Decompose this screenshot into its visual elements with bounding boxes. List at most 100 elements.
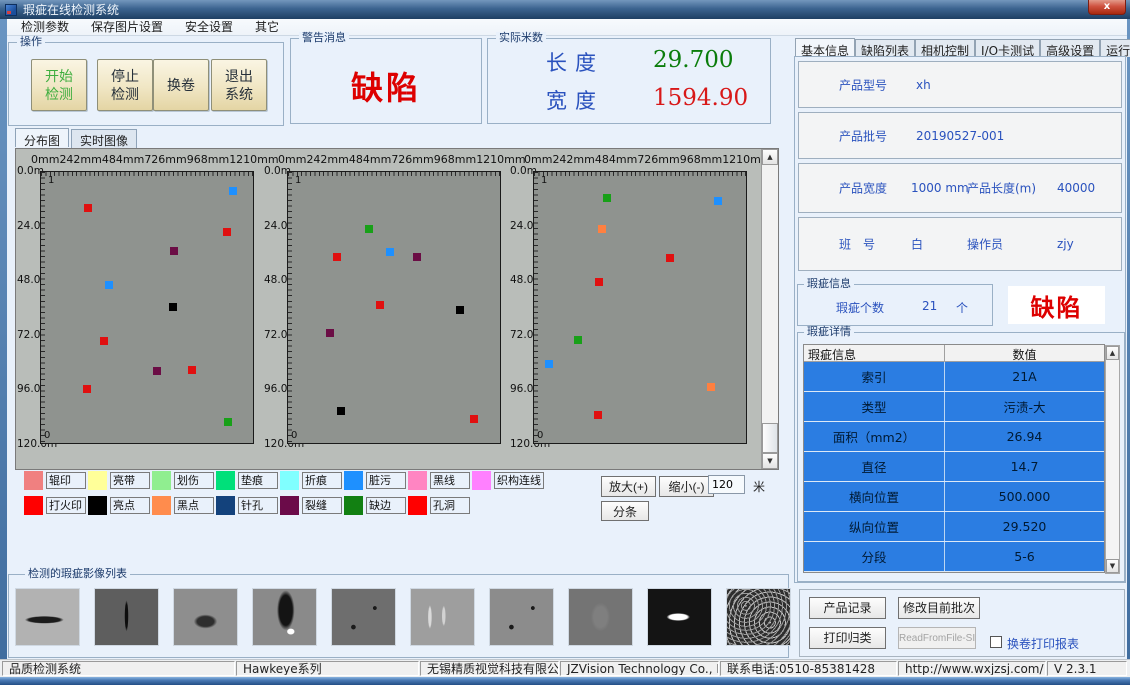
left-tab-strip: 分布图实时图像 xyxy=(15,129,139,148)
print-report-checkbox[interactable] xyxy=(990,636,1002,648)
legend-label: 孔洞 xyxy=(430,497,470,514)
legend-color-swatch xyxy=(408,496,427,515)
scrollbar-thumb[interactable] xyxy=(762,423,778,453)
defect-info-group-label: 瑕疵信息 xyxy=(804,278,854,290)
legend-color-swatch xyxy=(88,496,107,515)
scroll-up-icon[interactable]: ▲ xyxy=(1106,346,1119,360)
detail-cell-value: 污渍-大 xyxy=(945,392,1104,421)
legend-color-swatch xyxy=(280,496,299,515)
defect-thumbnail[interactable] xyxy=(568,588,633,646)
legend-item: 孔洞 xyxy=(408,496,470,515)
modify-batch-button[interactable]: 修改目前批次 xyxy=(898,597,980,619)
field-label: 班 号 xyxy=(839,236,875,253)
tab-advanced-settings[interactable]: 高级设置 xyxy=(1040,39,1100,57)
detail-table-row[interactable]: 分段5-6 xyxy=(804,542,1104,572)
defect-thumbnail[interactable] xyxy=(173,588,238,646)
defect-point xyxy=(326,329,334,337)
meter-label: 宽度 xyxy=(546,85,604,115)
zoom-in-button[interactable]: 放大(+) xyxy=(601,476,656,497)
detail-cell-name: 索引 xyxy=(804,362,945,391)
scroll-up-icon[interactable]: ▲ xyxy=(762,149,778,165)
zoom-out-button[interactable]: 缩小(-) xyxy=(659,476,714,497)
legend-label: 亮点 xyxy=(110,497,150,514)
defect-alarm-box: 缺陷 xyxy=(1008,286,1105,324)
split-button[interactable]: 分条 xyxy=(601,501,649,521)
taskbar[interactable] xyxy=(0,677,1130,685)
legend-label: 脏污 xyxy=(366,472,406,489)
tab-camera-control[interactable]: 相机控制 xyxy=(915,39,975,57)
meter-row: 宽度1594.90 xyxy=(488,85,770,119)
scroll-down-icon[interactable]: ▼ xyxy=(1106,559,1119,573)
menu-item[interactable]: 保存图片设置 xyxy=(80,19,174,36)
legend-label: 黑线 xyxy=(430,472,470,489)
legend-label: 划伤 xyxy=(174,472,214,489)
x-axis-tick-label: 726mm xyxy=(637,153,679,166)
tab-io-card-test[interactable]: I/O卡测试 xyxy=(975,39,1040,57)
defect-thumbnail[interactable] xyxy=(410,588,475,646)
plots-scrollbar[interactable]: ▲▼ xyxy=(761,149,778,469)
status-segment: JZVision Technology Co., Ltd. xyxy=(560,661,719,676)
legend-item: 垫痕 xyxy=(216,471,280,490)
stop-detect-button[interactable]: 停止检测 xyxy=(97,59,153,111)
status-segment: http://www.wxjzsj.com/ xyxy=(898,661,1046,676)
tab-basic-info[interactable]: 基本信息 xyxy=(795,38,855,56)
defect-point xyxy=(333,253,341,261)
detail-table-row[interactable]: 纵向位置29.520 xyxy=(804,512,1104,542)
defect-thumbnail[interactable] xyxy=(647,588,712,646)
meter-range-input[interactable] xyxy=(708,475,745,494)
defect-count-unit: 个 xyxy=(956,299,968,316)
change-roll-button[interactable]: 换卷 xyxy=(153,59,209,111)
detail-table-row[interactable]: 面积（mm2）26.94 xyxy=(804,422,1104,452)
start-detect-button[interactable]: 开始检测 xyxy=(31,59,87,111)
close-button[interactable]: x xyxy=(1088,0,1126,15)
menu-item[interactable]: 检测参数 xyxy=(10,19,80,36)
legend-item: 折痕 xyxy=(280,471,344,490)
legend-color-swatch xyxy=(152,496,171,515)
scroll-down-icon[interactable]: ▼ xyxy=(762,453,778,469)
x-axis-tick-label: 484mm xyxy=(349,153,391,166)
x-axis-tick-label: 484mm xyxy=(102,153,144,166)
actions-box: 产品记录 修改目前批次 打印归类 ReadFromFile-SIM 换卷打印报表 xyxy=(799,589,1125,657)
legend-item: 亮带 xyxy=(88,471,152,490)
detail-table-row[interactable]: 横向位置500.000 xyxy=(804,482,1104,512)
print-classify-button[interactable]: 打印归类 xyxy=(809,627,886,649)
defect-point xyxy=(224,418,232,426)
legend-item: 打火印 xyxy=(24,496,88,515)
scatter-plot-block: 0mm242mm484mm726mm968mm1210mm0.0m24.0m48… xyxy=(17,149,265,469)
field-label: 操作员 xyxy=(967,236,1003,253)
menu-item[interactable]: 其它 xyxy=(244,19,290,36)
defect-thumbnail[interactable] xyxy=(726,588,791,646)
legend-row-1: 辊印亮带划伤垫痕折痕脏污黑线织构连线 xyxy=(24,471,544,490)
legend-color-swatch xyxy=(24,471,43,490)
scatter-plot-block: 0mm242mm484mm726mm968mm1210mm0.0m24.0m48… xyxy=(264,149,512,469)
legend-item: 黑线 xyxy=(408,471,472,490)
detail-table-row[interactable]: 索引21A xyxy=(804,362,1104,392)
tab-defect-list[interactable]: 缺陷列表 xyxy=(855,39,915,57)
legend-color-swatch xyxy=(280,471,299,490)
legend-item: 裂缝 xyxy=(280,496,344,515)
segment-marker: 0 xyxy=(44,430,50,441)
legend-item: 脏污 xyxy=(344,471,408,490)
defect-thumbnail[interactable] xyxy=(331,588,396,646)
tab-realtime-image[interactable]: 实时图像 xyxy=(71,129,137,148)
exit-system-button[interactable]: 退出系统 xyxy=(211,59,267,111)
warning-text: 缺陷 xyxy=(291,63,481,109)
defect-thumbnail[interactable] xyxy=(252,588,317,646)
detail-cell-name: 分段 xyxy=(804,542,945,571)
tab-distribution-map[interactable]: 分布图 xyxy=(15,128,69,147)
detail-table-row[interactable]: 直径14.7 xyxy=(804,452,1104,482)
menu-item[interactable]: 安全设置 xyxy=(174,19,244,36)
meter-row: 长度29.700 xyxy=(488,47,770,81)
detail-table-scrollbar[interactable]: ▲ ▼ xyxy=(1105,345,1120,574)
detail-table-row[interactable]: 类型污渍-大 xyxy=(804,392,1104,422)
defect-count-label: 瑕疵个数 xyxy=(836,299,884,316)
field-value: zjy xyxy=(1057,237,1074,251)
defect-point xyxy=(386,248,394,256)
defect-thumbnail[interactable] xyxy=(15,588,80,646)
window-title: 瑕疵在线检测系统 xyxy=(23,1,119,18)
defect-thumbnail[interactable] xyxy=(489,588,554,646)
product-record-button[interactable]: 产品记录 xyxy=(809,597,886,619)
defect-point xyxy=(83,385,91,393)
defect-thumbnail[interactable] xyxy=(94,588,159,646)
tab-running-status[interactable]: 运行状态信息 xyxy=(1100,39,1130,57)
